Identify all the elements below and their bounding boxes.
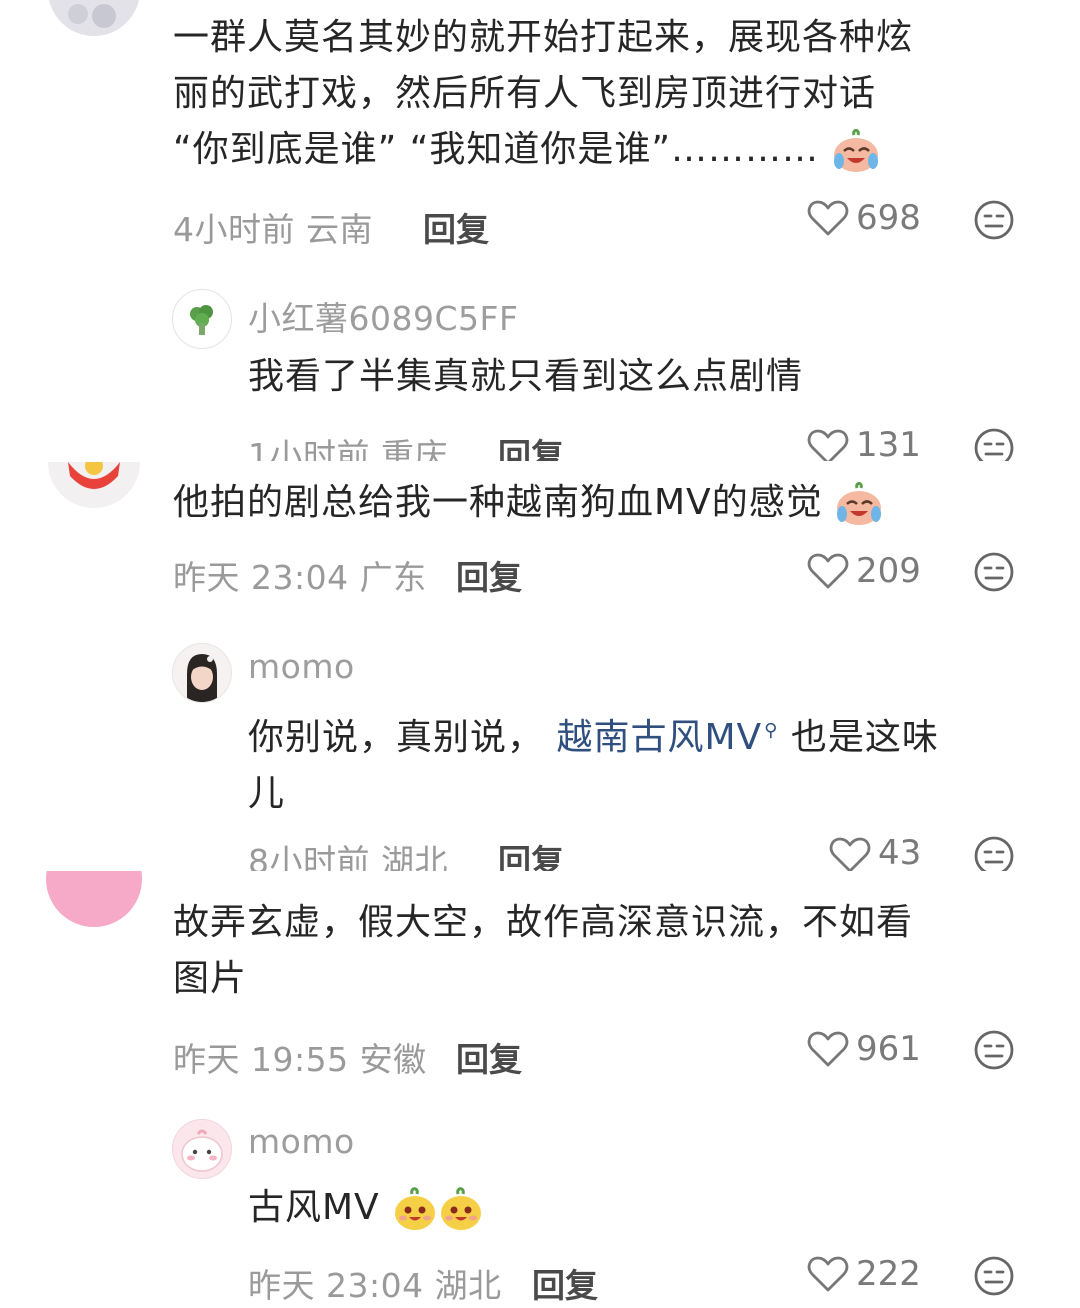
- lemon-face-emoji: [392, 1186, 438, 1232]
- neutral-face-icon[interactable]: [973, 199, 1015, 241]
- reply-button[interactable]: 回复: [423, 203, 489, 251]
- like-count: 209: [856, 551, 921, 591]
- like-count: 961: [856, 1029, 921, 1069]
- heart-outline-icon: [828, 833, 872, 871]
- reply-meta: 1小时前 重庆: [248, 429, 448, 461]
- comment-location: 广东: [359, 558, 427, 597]
- like-button[interactable]: 209: [806, 549, 921, 593]
- comment-time: 昨天 23:04: [173, 558, 349, 597]
- topic-link[interactable]: 越南古风MV ⚲: [556, 717, 778, 758]
- reply-time: 昨天 23:04: [248, 1266, 424, 1305]
- reply-button[interactable]: 回复: [456, 1033, 522, 1081]
- reply-meta: 8小时前 湖北: [248, 835, 448, 871]
- heart-outline-icon: [806, 549, 850, 593]
- reply-location: 湖北: [434, 1266, 502, 1305]
- like-count: 222: [856, 1254, 921, 1294]
- neutral-face-icon[interactable]: [973, 835, 1015, 871]
- comment-location: 安徽: [359, 1040, 427, 1079]
- comment-location: 云南: [306, 210, 373, 249]
- reply-button[interactable]: 回复: [456, 551, 522, 599]
- like-button[interactable]: 961: [806, 1027, 921, 1071]
- neutral-face-icon[interactable]: [973, 551, 1015, 593]
- reply-text: 古风MV: [248, 1180, 484, 1236]
- comment-text: 一群人莫名其妙的就开始打起来，展现各种炫 丽的武打戏，然后所有人飞到房顶进行对话…: [173, 10, 1053, 178]
- like-count: 43: [878, 833, 922, 871]
- neutral-face-icon[interactable]: [973, 1029, 1015, 1071]
- comment-time: 昨天 19:55: [173, 1040, 349, 1079]
- comment-meta: 昨天 19:55 安徽: [173, 1033, 427, 1081]
- reply-location: 湖北: [381, 842, 448, 871]
- reply-button[interactable]: 回复: [498, 835, 564, 871]
- heart-outline-icon: [806, 196, 850, 240]
- reply-username[interactable]: momo: [248, 1122, 355, 1161]
- avatar[interactable]: [48, 0, 140, 36]
- reply-time: 1小时前: [248, 436, 370, 461]
- like-count: 698: [856, 198, 921, 238]
- reply-location: 重庆: [381, 436, 448, 461]
- crying-laughing-emoji: [835, 482, 883, 526]
- like-button[interactable]: 698: [806, 196, 921, 240]
- avatar[interactable]: [172, 289, 232, 349]
- heart-outline-icon: [806, 1252, 850, 1296]
- heart-outline-icon: [806, 1027, 850, 1071]
- lemon-face-emoji: [438, 1186, 484, 1232]
- avatar[interactable]: [172, 643, 232, 703]
- reply-meta-row: 1小时前 重庆 回复 131: [240, 425, 1040, 461]
- reply-meta-row: 8小时前 湖北 回复 43: [240, 833, 1040, 871]
- comment-text: 他拍的剧总给我一种越南狗血MV的感觉: [173, 475, 883, 531]
- reply-time: 8小时前: [248, 842, 370, 871]
- like-button[interactable]: 222: [806, 1252, 921, 1296]
- avatar[interactable]: [172, 1119, 232, 1179]
- like-count: 131: [856, 425, 921, 461]
- neutral-face-icon[interactable]: [973, 427, 1015, 461]
- like-button[interactable]: 131: [806, 425, 921, 461]
- reply-username[interactable]: 小红薯6089C5FF: [248, 292, 518, 340]
- avatar[interactable]: [48, 462, 140, 508]
- like-button[interactable]: 43: [828, 833, 921, 871]
- comment-meta: 昨天 23:04 广东: [173, 551, 427, 599]
- reply-meta: 昨天 23:04 湖北: [248, 1259, 502, 1307]
- comment-time: 4小时前: [173, 210, 295, 249]
- reply-username[interactable]: momo: [248, 647, 355, 686]
- search-icon: ⚲: [764, 720, 779, 741]
- reply-button[interactable]: 回复: [498, 429, 564, 461]
- neutral-face-icon[interactable]: [973, 1255, 1015, 1297]
- reply-button[interactable]: 回复: [532, 1259, 598, 1307]
- reply-text: 我看了半集真就只看到这么点剧情: [248, 356, 804, 397]
- avatar[interactable]: [46, 871, 142, 927]
- crying-laughing-emoji: [832, 129, 880, 173]
- heart-outline-icon: [806, 425, 850, 461]
- comment-text: 故弄玄虚，假大空，故作高深意识流，不如看 图片: [173, 902, 914, 999]
- reply-text: 你别说，真别说， 越南古风MV ⚲ 也是这味 儿: [248, 717, 939, 814]
- comment-meta: 4小时前 云南: [173, 203, 373, 251]
